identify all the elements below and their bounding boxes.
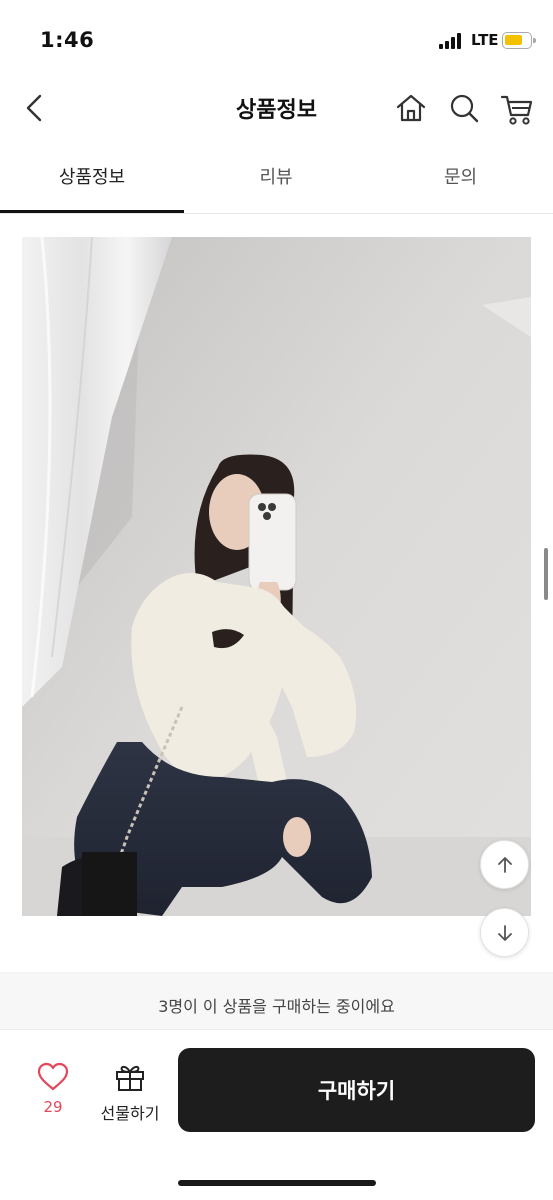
search-button[interactable] xyxy=(446,88,482,128)
buyers-text: 3명이 이 상품을 구매하는 중이에요 xyxy=(158,997,395,1016)
battery-icon xyxy=(502,32,536,49)
tab-product-info[interactable]: 상품정보 xyxy=(0,150,184,214)
scroll-down-button[interactable] xyxy=(480,908,529,957)
buy-button-label: 구매하기 xyxy=(317,1079,396,1103)
cart-icon xyxy=(500,95,533,125)
like-count: 29 xyxy=(43,1098,63,1116)
arrow-down-icon xyxy=(498,925,512,941)
product-image xyxy=(22,237,531,916)
status-bar: 1:46 LTE xyxy=(0,0,553,80)
back-button[interactable] xyxy=(18,88,54,128)
heart-icon xyxy=(37,1062,69,1091)
home-indicator xyxy=(178,1180,376,1186)
gift-label: 선물하기 xyxy=(100,1104,160,1123)
gift-button[interactable]: 선물하기 xyxy=(94,1062,166,1123)
buy-button[interactable]: 구매하기 xyxy=(178,1048,535,1132)
gift-icon xyxy=(116,1065,144,1091)
home-icon xyxy=(396,94,426,122)
tab-bar: 상품정보 리뷰 문의 xyxy=(0,150,553,214)
cart-button[interactable] xyxy=(499,88,535,128)
product-photo xyxy=(22,237,531,916)
status-time: 1:46 xyxy=(40,28,95,52)
network-type: LTE xyxy=(471,31,499,49)
scroll-indicator[interactable] xyxy=(544,548,548,600)
search-icon xyxy=(450,94,479,123)
signal-icon xyxy=(439,33,465,49)
scroll-up-button[interactable] xyxy=(480,840,529,889)
buyers-banner: 3명이 이 상품을 구매하는 중이에요 xyxy=(0,976,553,1030)
tab-inquiries[interactable]: 문의 xyxy=(368,150,553,214)
header: 상품정보 xyxy=(0,80,553,136)
home-button[interactable] xyxy=(393,88,429,128)
arrow-up-icon xyxy=(498,857,512,873)
tab-reviews[interactable]: 리뷰 xyxy=(184,150,368,214)
like-button[interactable]: 29 xyxy=(30,1062,76,1122)
back-chevron-icon xyxy=(26,94,42,122)
active-tab-indicator xyxy=(0,210,184,213)
